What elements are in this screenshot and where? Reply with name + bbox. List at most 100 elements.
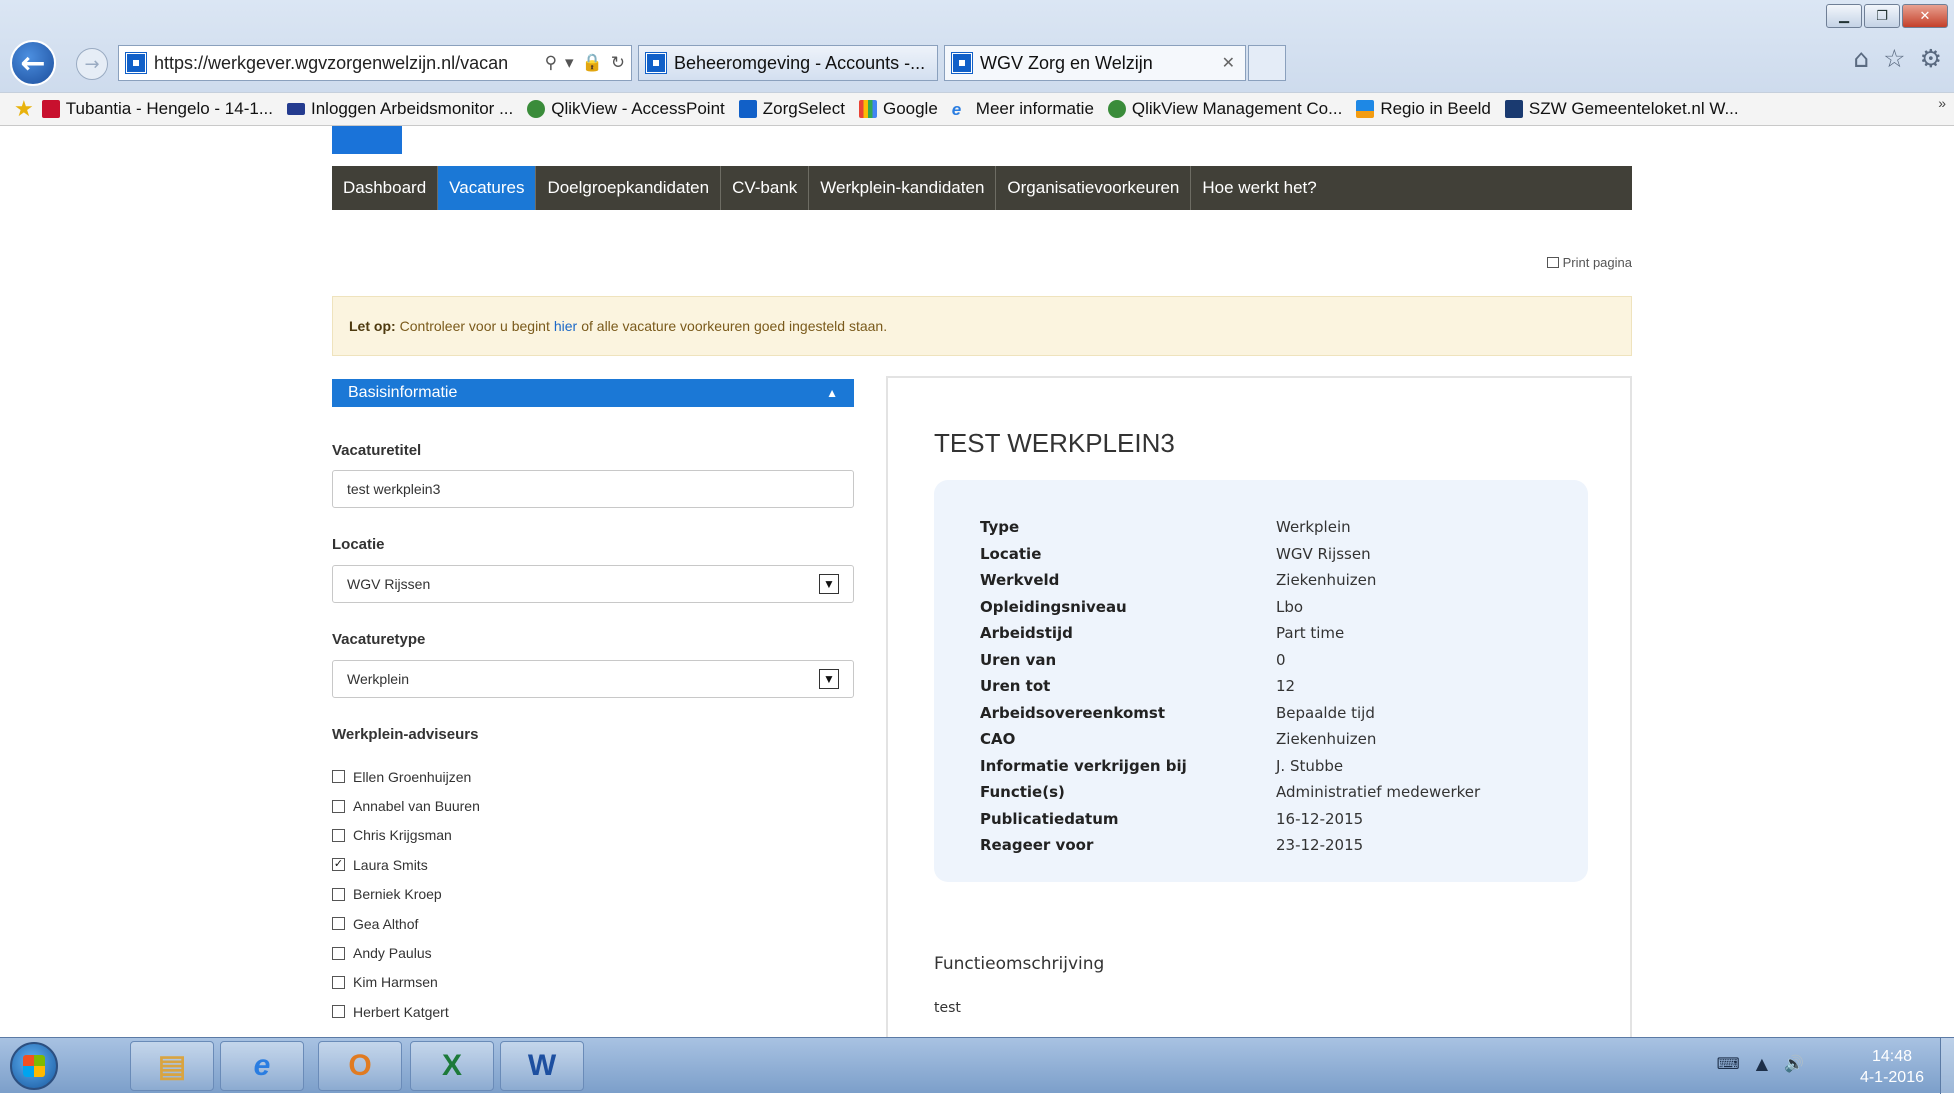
favorite-meer-informatie[interactable]: e Meer informatie [952,99,1094,119]
checkbox[interactable] [332,799,345,813]
section-header-basisinformatie[interactable]: Basisinformatie ▲ [332,379,854,407]
info-key: Arbeidsovereenkomst [980,703,1166,722]
keyboard-icon[interactable]: ⌨ [1717,1054,1740,1073]
tray-expand-icon[interactable]: ▲ [1756,1054,1768,1073]
address-bar[interactable]: https://werkgever.wgvzorgenwelzijn.nl/va… [118,45,632,81]
adviseur-checkbox-item[interactable]: Herbert Katgert [332,997,632,1026]
favorite-qlikview-management[interactable]: QlikView Management Co... [1107,99,1342,119]
qlikview-icon [1107,100,1126,118]
nav-item-dashboard[interactable]: Dashboard [332,166,439,210]
start-button[interactable] [10,1042,58,1090]
info-key: CAO [980,730,1016,749]
close-window-icon[interactable]: ✕ [1902,4,1948,28]
info-key: Locatie [980,544,1042,563]
adviseur-checkbox-item[interactable]: Andy Paulus [332,938,632,967]
checkbox[interactable] [332,975,345,989]
favorite-tubantia[interactable]: Tubantia - Hengelo - 14-1... [41,99,273,119]
nav-item-organisatievoorkeuren[interactable]: Organisatievoorkeuren [996,166,1192,210]
info-key: Opleidingsniveau [980,597,1127,616]
favorite-label: ZorgSelect [762,99,845,118]
tab-close-icon[interactable]: ✕ [1212,53,1245,73]
address-url[interactable]: https://werkgever.wgvzorgenwelzijn.nl/va… [154,53,539,74]
chevron-down-icon[interactable]: ▼ [819,574,839,594]
chevron-more-icon[interactable]: » [1938,95,1946,111]
refresh-icon[interactable]: ↻ [611,53,625,73]
tab-label: Beheeromgeving - Accounts -... [674,52,926,73]
outlook-taskbar-icon[interactable]: O [318,1041,402,1091]
checkbox[interactable] [332,1005,345,1019]
vacaturetitel-input[interactable]: test werkplein3 [332,470,854,508]
lock-icon[interactable]: 🔒 [582,53,603,73]
adviseur-checkbox-item[interactable]: Gea Althof [332,909,632,938]
favorite-szw[interactable]: SZW Gemeenteloket.nl W... [1504,99,1739,119]
vacaturetype-select[interactable]: Werkplein ▼ [332,660,854,698]
adviseur-name: Laura Smits [353,856,428,873]
internet-explorer-taskbar-icon[interactable]: e [220,1041,304,1091]
info-row: Opleidingsniveau Lbo [980,594,1588,621]
chevron-down-icon[interactable]: ▼ [819,669,839,689]
adviseur-checkbox-item[interactable]: Chris Krijgsman [332,821,632,850]
minimize-icon[interactable]: ▁ [1826,4,1862,28]
settings-gear-icon[interactable]: ⚙ [1920,44,1942,73]
forward-arrow-icon[interactable]: → [76,48,108,80]
alert-banner: Let op: Controleer voor u begint hier of… [332,296,1632,356]
favorite-qlikview-accesspoint[interactable]: QlikView - AccessPoint [527,99,725,119]
nav-item-vacatures[interactable]: Vacatures [438,166,537,210]
favorite-regio-in-beeld[interactable]: Regio in Beeld [1356,99,1491,119]
clock[interactable]: 14:48 4-1-2016 [1860,1046,1924,1088]
word-taskbar-icon[interactable]: W [500,1041,584,1091]
favorites-star-icon[interactable]: ☆ [1883,44,1905,73]
explorer-taskbar-icon[interactable]: ▤ [130,1041,214,1091]
nav-item-werkplein-kandidaten[interactable]: Werkplein-kandidaten [809,166,997,210]
back-arrow-icon[interactable]: ← [10,40,56,86]
volume-icon[interactable]: 🔊 [1784,1054,1804,1073]
favorites-bar: ★ Tubantia - Hengelo - 14-1... Inloggen … [0,92,1954,126]
print-page-link[interactable]: Print pagina [1546,255,1632,270]
nav-item-cv-bank[interactable]: CV-bank [721,166,810,210]
checkbox[interactable] [332,828,345,842]
adviseur-checkbox-item[interactable]: Kim Harmsen [332,968,632,997]
locatie-select[interactable]: WGV Rijssen ▼ [332,565,854,603]
adviseur-checkbox-item[interactable]: Annabel van Buuren [332,791,632,820]
functieomschrijving-text: test [934,1000,961,1016]
werkplein-adviseurs-label: Werkplein-adviseurs [332,726,479,743]
info-value: Bepaalde tijd [1276,703,1375,722]
info-key: Arbeidstijd [980,624,1073,643]
checkbox[interactable] [332,887,345,901]
arbeidsmonitor-icon [287,103,305,115]
checkbox[interactable] [332,917,345,931]
favorite-google[interactable]: Google [858,99,938,119]
collapse-up-icon[interactable]: ▲ [826,386,838,400]
home-icon[interactable]: ⌂ [1853,44,1869,73]
nav-item-doelgroepkandidaten[interactable]: Doelgroepkandidaten [536,166,722,210]
checkbox[interactable] [332,770,345,784]
nav-item-hoe-werkt-het[interactable]: Hoe werkt het? [1191,166,1327,210]
checkbox[interactable] [332,946,345,960]
alert-link[interactable]: hier [554,318,577,334]
section-title: Basisinformatie [348,384,458,401]
info-value: 16-12-2015 [1276,809,1364,828]
adviseur-checkbox-item[interactable]: Ellen Groenhuijzen [332,762,632,791]
info-value: Werkplein [1276,518,1351,537]
printer-icon [1546,257,1559,268]
favorites-star-icon[interactable]: ★ [14,96,34,122]
tab-beheeromgeving[interactable]: Beheeromgeving - Accounts -... [638,45,938,81]
info-row: Functie(s) Administratief medewerker [980,779,1588,806]
alert-strong: Let op: [349,318,396,334]
info-value: 23-12-2015 [1276,836,1364,855]
favorite-arbeidsmonitor[interactable]: Inloggen Arbeidsmonitor ... [287,99,513,119]
adviseur-checkbox-item[interactable]: ✓ Laura Smits [332,850,632,879]
adviseur-name: Ellen Groenhuijzen [353,768,472,785]
site-logo[interactable] [332,126,402,154]
tab-wgv[interactable]: WGV Zorg en Welzijn ✕ [944,45,1246,81]
favorite-zorgselect[interactable]: ZorgSelect [738,99,845,119]
dropdown-icon[interactable]: ▾ [565,53,574,73]
checkbox-checked[interactable]: ✓ [332,858,345,872]
adviseur-checkbox-item[interactable]: Berniek Kroep [332,880,632,909]
search-icon[interactable]: ⚲ [545,53,557,73]
show-desktop-button[interactable] [1940,1038,1954,1094]
window-controls: ▁ ❐ ✕ [1826,4,1948,28]
excel-taskbar-icon[interactable]: X [410,1041,494,1091]
new-tab-button[interactable] [1248,45,1286,81]
restore-icon[interactable]: ❐ [1864,4,1900,28]
